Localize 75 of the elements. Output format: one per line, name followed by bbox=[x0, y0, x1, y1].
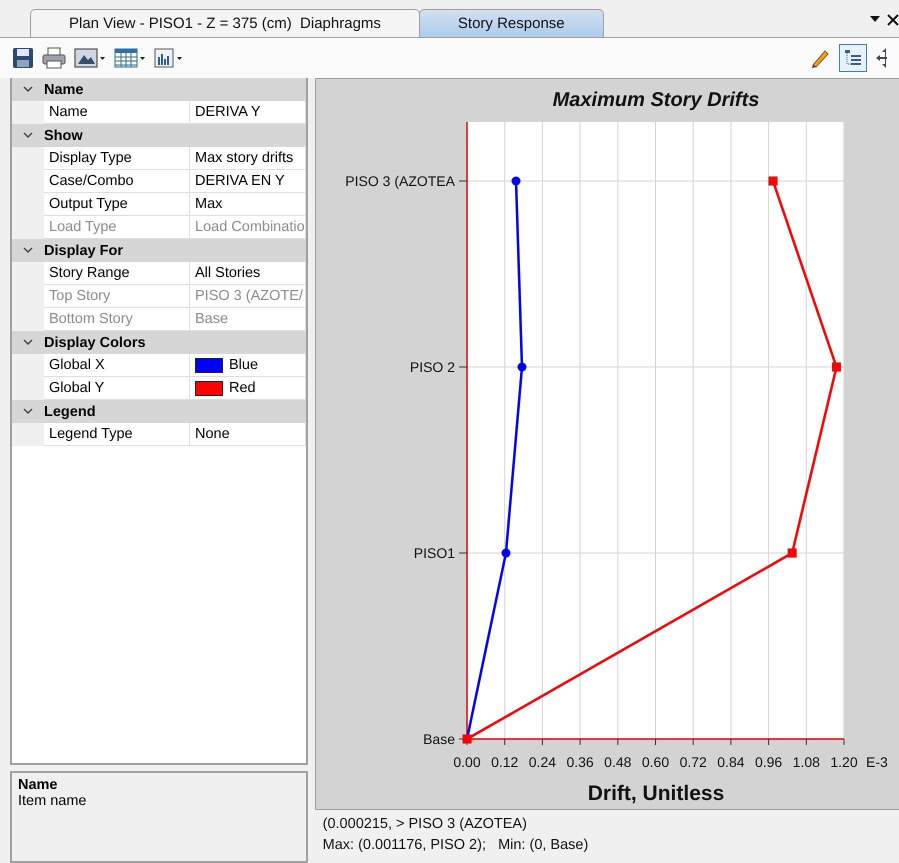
x-tick-label: 1.20 bbox=[830, 754, 858, 770]
property-value[interactable]: All Stories bbox=[190, 262, 306, 285]
value-text: DERIVA EN Y bbox=[195, 173, 285, 189]
property-label: Global Y bbox=[44, 377, 190, 400]
section-header: Display Colors bbox=[44, 334, 146, 350]
property-label: Load Type bbox=[44, 216, 190, 239]
tab[interactable]: Plan View - PISO1 - Z = 375 (cm) Diaphragms bbox=[30, 9, 420, 37]
value-text: Max story drifts bbox=[195, 150, 294, 166]
story-label: PISO1 bbox=[413, 545, 455, 561]
section-header: Legend bbox=[44, 404, 96, 420]
chevron-icon[interactable] bbox=[23, 132, 33, 139]
property-label: Output Type bbox=[44, 193, 190, 216]
property-label: Legend Type bbox=[44, 423, 190, 446]
value-text: Red bbox=[229, 380, 256, 396]
property-value[interactable]: Red bbox=[190, 377, 306, 400]
x-tick-label: 0.00 bbox=[453, 754, 480, 770]
status-text: (0.000215, > PISO 3 (AZOTEA) bbox=[322, 816, 528, 832]
x-tick-label: 0.72 bbox=[679, 754, 706, 770]
dropdown-icon[interactable] bbox=[869, 14, 881, 24]
x-tick-label: 0.84 bbox=[716, 754, 744, 770]
property-value[interactable]: Max bbox=[190, 193, 306, 216]
x-tick-label: 0.96 bbox=[754, 754, 782, 770]
value-text: None bbox=[195, 426, 230, 442]
chevron-icon[interactable] bbox=[23, 86, 33, 93]
value-text: Base bbox=[195, 311, 228, 327]
image-dropdown-icon[interactable] bbox=[74, 47, 106, 69]
chevron-icon[interactable] bbox=[23, 339, 33, 346]
story-label: PISO 3 (AZOTEA bbox=[344, 173, 455, 189]
chevron-icon[interactable] bbox=[23, 408, 33, 415]
point bbox=[787, 548, 796, 558]
property-label: Case/Combo bbox=[44, 170, 190, 193]
point bbox=[832, 362, 841, 372]
status-text: Max: (0.001176, PISO 2); Min: (0, Base) bbox=[322, 837, 590, 853]
property-value[interactable]: None bbox=[190, 423, 306, 446]
value-text: Load Combinatio bbox=[195, 219, 305, 235]
chart-title: Maximum Story Drifts bbox=[552, 89, 759, 111]
section-header: Display For bbox=[44, 242, 123, 258]
story-label: PISO 2 bbox=[410, 359, 455, 375]
description-title: Name bbox=[18, 777, 58, 793]
x-tick-label: 1.08 bbox=[792, 754, 820, 770]
property-value[interactable]: DERIVA Y bbox=[190, 101, 306, 124]
move-arrows-icon[interactable] bbox=[875, 47, 887, 69]
property-value[interactable]: DERIVA EN Y bbox=[190, 170, 306, 193]
property-label: Global X bbox=[44, 354, 190, 377]
point bbox=[768, 176, 778, 186]
x-axis-title: Drift, Unitless bbox=[587, 782, 724, 805]
property-label: Story Range bbox=[44, 262, 190, 285]
property-value[interactable]: Max story drifts bbox=[190, 147, 306, 170]
x-tick-label: 0.24 bbox=[528, 754, 556, 770]
bar-chart-dropdown-icon[interactable] bbox=[154, 47, 184, 69]
table-dropdown-icon[interactable] bbox=[114, 47, 146, 69]
x-tick-label: 0.48 bbox=[604, 754, 632, 770]
printer-icon[interactable] bbox=[42, 47, 66, 69]
story-label: Base bbox=[422, 731, 455, 747]
chevron-icon[interactable] bbox=[23, 247, 33, 254]
value-text: Max bbox=[195, 196, 222, 212]
value-text: All Stories bbox=[195, 265, 260, 281]
value-text: DERIVA Y bbox=[195, 104, 261, 120]
description-text: Item name bbox=[18, 793, 86, 809]
section-header: Show bbox=[44, 128, 83, 144]
section-header: Name bbox=[44, 82, 84, 98]
save-icon[interactable] bbox=[12, 47, 34, 69]
x-tick-label: 0.36 bbox=[566, 754, 594, 770]
property-label: Display Type bbox=[44, 147, 190, 170]
value-text: Blue bbox=[229, 357, 258, 373]
property-label: Bottom Story bbox=[44, 308, 190, 331]
x-tick-label: 0.60 bbox=[642, 754, 669, 770]
axis-multiplier: E-3 bbox=[866, 754, 888, 770]
value-text: PISO 3 (AZOTE/ bbox=[195, 288, 303, 304]
property-label: Top Story bbox=[44, 285, 190, 308]
tab[interactable]: Story Response bbox=[418, 9, 604, 37]
property-value[interactable]: Blue bbox=[190, 354, 306, 377]
property-label: Name bbox=[44, 101, 190, 124]
x-tick-label: 0.12 bbox=[490, 754, 518, 770]
close-icon[interactable] bbox=[887, 14, 899, 26]
